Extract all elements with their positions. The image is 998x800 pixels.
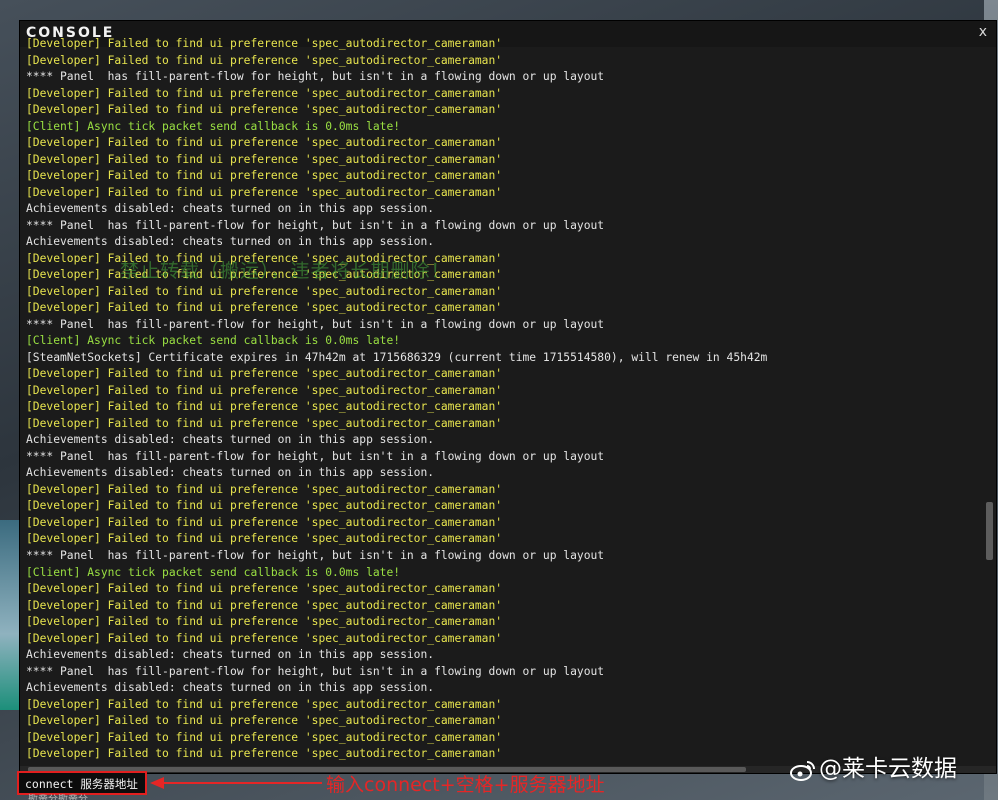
log-line: [Developer] Failed to find ui preference…	[26, 615, 503, 629]
partial-text-below-input: 斯蒂芬斯蒂芬	[28, 794, 88, 800]
log-line: **** Panel has fill-parent-flow for heig…	[26, 449, 605, 463]
log-line: [Developer] Failed to find ui preference…	[26, 185, 503, 199]
log-line: [Developer] Failed to find ui preference…	[26, 416, 503, 430]
log-line: **** Panel has fill-parent-flow for heig…	[26, 70, 605, 84]
log-line: [Developer] Failed to find ui preference…	[26, 631, 503, 645]
log-line: [Developer] Failed to find ui preference…	[26, 714, 503, 728]
log-line: Achievements disabled: cheats turned on …	[26, 466, 435, 480]
log-line: [Developer] Failed to find ui preference…	[26, 582, 503, 596]
log-line: Achievements disabled: cheats turned on …	[26, 681, 435, 695]
log-line: [Developer] Failed to find ui preference…	[26, 730, 503, 744]
log-line: [Developer] Failed to find ui preference…	[26, 103, 503, 117]
log-line: **** Panel has fill-parent-flow for heig…	[26, 664, 605, 678]
log-line: [Developer] Failed to find ui preference…	[26, 400, 503, 414]
log-line: [Developer] Failed to find ui preference…	[26, 136, 503, 150]
log-line: [Developer] Failed to find ui preference…	[26, 301, 503, 315]
console-window: CONSOLE x [Developer] Failed to find ui …	[19, 20, 997, 774]
log-line: [Developer] Failed to find ui preference…	[26, 482, 503, 496]
weibo-icon	[790, 760, 815, 781]
log-line: **** Panel has fill-parent-flow for heig…	[26, 218, 605, 232]
log-line: [Developer] Failed to find ui preference…	[26, 499, 503, 513]
log-line: **** Panel has fill-parent-flow for heig…	[26, 317, 605, 331]
log-line: [SteamNetSockets] Certificate expires in…	[26, 350, 768, 364]
log-line: [Client] Async tick packet send callback…	[26, 119, 401, 133]
log-line: [Developer] Failed to find ui preference…	[26, 53, 503, 67]
log-line: [Developer] Failed to find ui preference…	[26, 169, 503, 183]
log-line: [Developer] Failed to find ui preference…	[26, 37, 503, 50]
command-input-value: connect 服务器地址	[25, 777, 138, 791]
vertical-scrollbar[interactable]	[985, 47, 994, 767]
log-line: [Client] Async tick packet send callback…	[26, 565, 401, 579]
log-line: Achievements disabled: cheats turned on …	[26, 433, 435, 447]
log-line: [Developer] Failed to find ui preference…	[26, 697, 503, 711]
log-line: Achievements disabled: cheats turned on …	[26, 648, 435, 662]
log-line: [Developer] Failed to find ui preference…	[26, 532, 503, 546]
log-line: **** Panel has fill-parent-flow for heig…	[26, 548, 605, 562]
vertical-scrollbar-thumb[interactable]	[986, 502, 993, 560]
log-line: [Developer] Failed to find ui preference…	[26, 515, 503, 529]
log-line: [Developer] Failed to find ui preference…	[26, 86, 503, 100]
console-log[interactable]: [Developer] Failed to find ui preference…	[26, 36, 982, 765]
console-command-input[interactable]: connect 服务器地址	[17, 771, 147, 795]
log-line: [Developer] Failed to find ui preference…	[26, 383, 503, 397]
log-line: [Client] Async tick packet send callback…	[26, 334, 401, 348]
log-line: Achievements disabled: cheats turned on …	[26, 202, 435, 216]
log-line: [Developer] Failed to find ui preference…	[26, 152, 503, 166]
log-line: [Developer] Failed to find ui preference…	[26, 367, 503, 381]
annotation-text: 输入connect+空格+服务器地址	[326, 774, 605, 796]
annotation-arrow-icon	[150, 777, 322, 789]
watermark-text: 禁止转载（搬运），违者将长期删除！	[120, 260, 451, 282]
logo-text: @莱卡云数据	[819, 756, 957, 782]
log-line: Achievements disabled: cheats turned on …	[26, 235, 435, 249]
watermark-logo: @莱卡云数据	[790, 749, 957, 783]
log-line: [Developer] Failed to find ui preference…	[26, 284, 503, 298]
log-line: [Developer] Failed to find ui preference…	[26, 598, 503, 612]
